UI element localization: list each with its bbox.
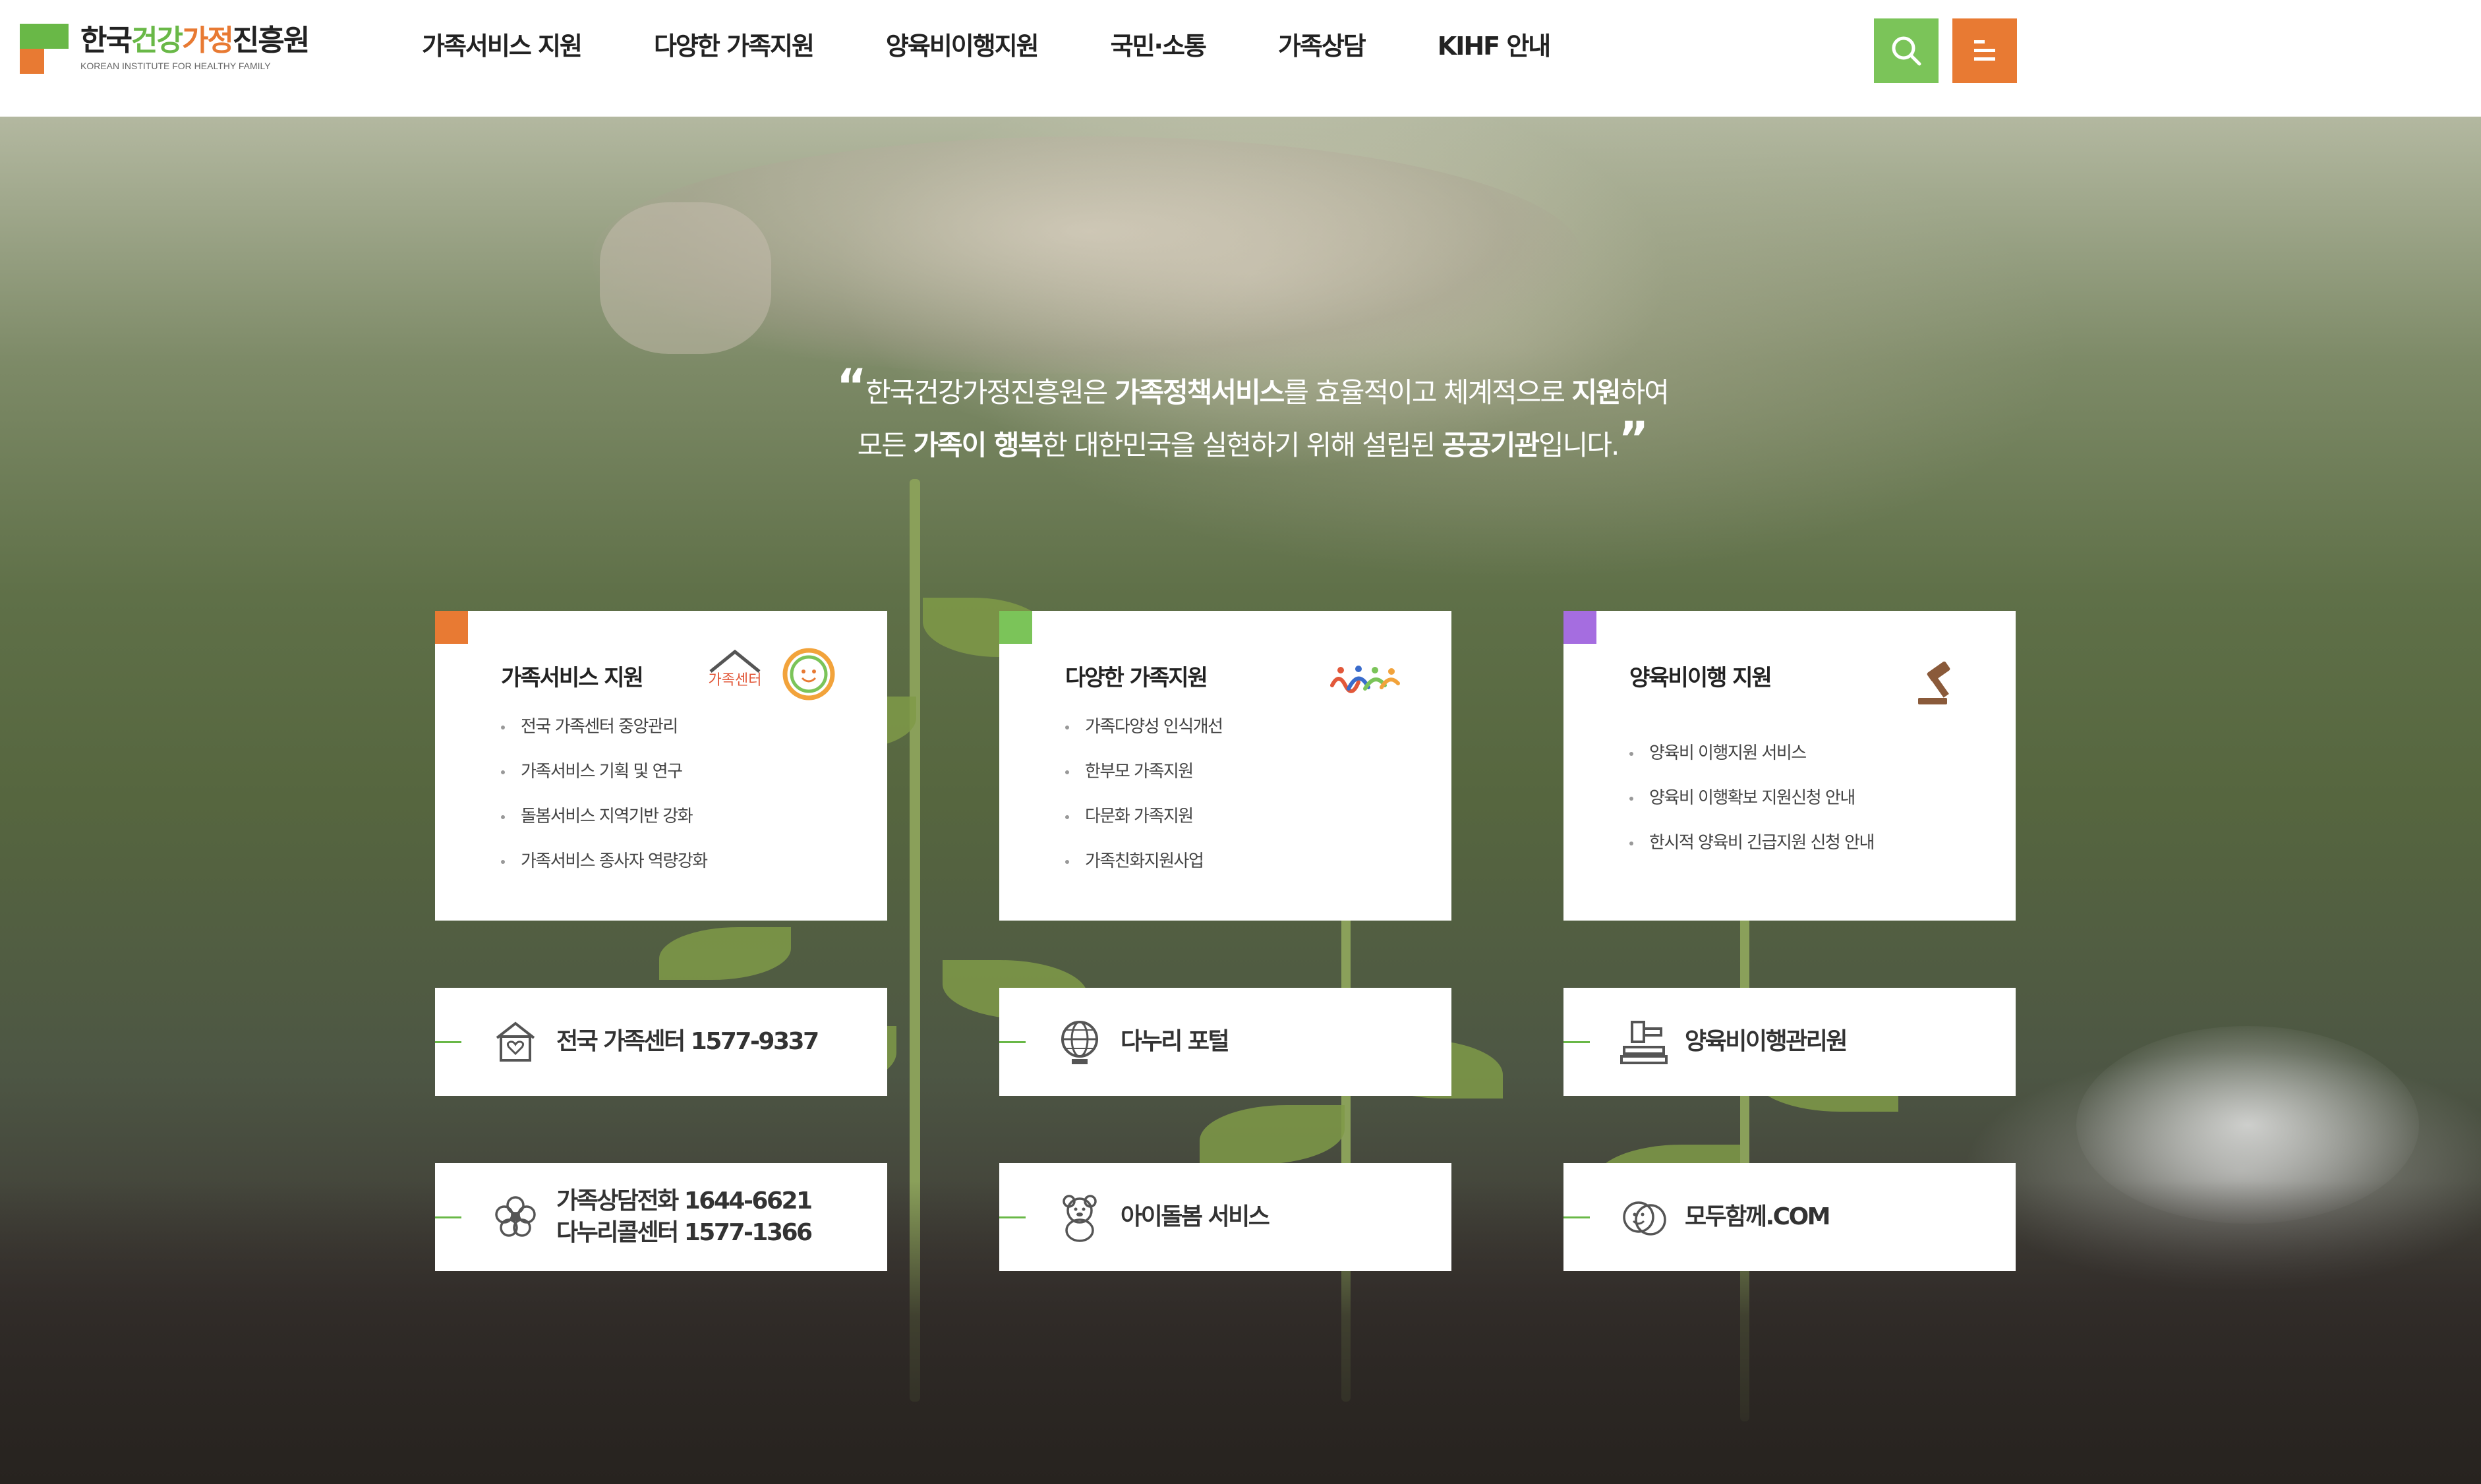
mission-statement: “한국건강가정진흥원은 가족정책서비스를 효율적이고 체계적으로 지원하여 모든… — [791, 359, 1714, 472]
logo-subtitle: KOREAN INSTITUTE FOR HEALTHY FAMILY — [80, 61, 271, 71]
list-item[interactable]: 전국 가족센터 중앙관리 — [501, 704, 707, 749]
quicklink-dash — [1563, 1041, 1590, 1043]
quicklink-label: 다누리 포털 — [1121, 1028, 1230, 1055]
quicklink-label-line-1: 가족상담전화 1644-6621 — [556, 1187, 813, 1214]
quicklink-label: 양육비이행관리원 — [1685, 1028, 1848, 1055]
card-list: 전국 가족센터 중앙관리 가족서비스 기획 및 연구 돌봄서비스 지역기반 강화… — [501, 704, 708, 884]
mission-line-1: “한국건강가정진흥원은 가족정책서비스를 효율적이고 체계적으로 지원하여 — [836, 359, 1670, 413]
flower-icon — [489, 1191, 542, 1243]
quicklink-dash — [999, 1216, 1026, 1218]
list-item[interactable]: 가족서비스 기획 및 연구 — [501, 749, 707, 794]
card-title[interactable]: 다양한 가족지원 — [1065, 660, 1208, 692]
quicklink-dash — [435, 1041, 461, 1043]
site-header: 한국건강가정진흥원 KOREAN INSTITUTE FOR HEALTHY F… — [0, 0, 2481, 117]
card-diverse-family[interactable]: 다양한 가족지원 가족다양성 인식개선 한부모 가족지원 다문화 가족지원 가족… — [999, 611, 1451, 921]
card-accent-corner — [999, 611, 1032, 644]
search-icon — [1892, 36, 1921, 66]
quicklink-family-center[interactable]: 전국 가족센터 1577-9337 — [435, 988, 887, 1096]
quote-open-icon: “ — [836, 359, 867, 413]
search-button[interactable] — [1874, 18, 1939, 83]
card-list: 가족다양성 인식개선 한부모 가족지원 다문화 가족지원 가족친화지원사업 — [1065, 704, 1223, 884]
nav-item-child-support[interactable]: 양육비이행지원 — [886, 0, 1039, 92]
quicklink-label: 모두함께.COM — [1685, 1203, 1831, 1230]
smile-circle-icon — [781, 646, 836, 702]
menu-button[interactable] — [1952, 18, 2017, 83]
house-heart-icon — [489, 1015, 542, 1068]
card-title[interactable]: 양육비이행 지원 — [1629, 660, 1772, 692]
teddy-bear-icon — [1053, 1191, 1106, 1243]
logo-mark-icon — [20, 24, 69, 74]
card-child-support[interactable]: 양육비이행 지원 양육비 이행지원 서비스 양육비 이행확보 지원신청 안내 한… — [1563, 611, 2016, 921]
list-item[interactable]: 양육비 이행확보 지원신청 안내 — [1629, 776, 1874, 820]
svg-text:가족센터: 가족센터 — [709, 672, 762, 689]
nav-item-diverse-family[interactable]: 다양한 가족지원 — [654, 0, 815, 92]
card-family-service[interactable]: 가족서비스 지원 가족센터 전국 가족센터 중앙관리 가족서비스 기획 및 연구… — [435, 611, 887, 921]
quicklink-label: 아이돌봄 서비스 — [1121, 1203, 1270, 1230]
card-list: 양육비 이행지원 서비스 양육비 이행확보 지원신청 안내 한시적 양육비 긴급… — [1629, 731, 1875, 865]
plant-leaf — [1200, 1105, 1345, 1164]
list-item[interactable]: 돌봄서비스 지역기반 강화 — [501, 794, 707, 839]
quicklink-child-support-agency[interactable]: 양육비이행관리원 — [1563, 988, 2016, 1096]
nav-item-family-counseling[interactable]: 가족상담 — [1278, 0, 1366, 92]
quicklink-dash — [435, 1216, 461, 1218]
card-accent-corner — [435, 611, 468, 644]
quicklink-label: 전국 가족센터 1577-9337 — [556, 1028, 819, 1055]
quicklink-label: 가족상담전화 1644-6621 다누리콜센터 1577-1366 — [556, 1163, 813, 1271]
menu-icon — [1974, 40, 1995, 61]
nav-item-public-communication[interactable]: 국민·소통 — [1111, 0, 1207, 92]
card-accent-corner — [1563, 611, 1596, 644]
card-title[interactable]: 가족서비스 지원 — [501, 660, 644, 692]
family-center-logo-icon: 가족센터 — [705, 645, 765, 704]
list-item[interactable]: 양육비 이행지원 서비스 — [1629, 731, 1874, 776]
people-icon — [1329, 662, 1401, 702]
nav-item-kihf-info[interactable]: KIHF 안내 — [1438, 0, 1551, 92]
list-item[interactable]: 한시적 양육비 긴급지원 신청 안내 — [1629, 820, 1875, 865]
site-logo[interactable]: 한국건강가정진흥원 KOREAN INSTITUTE FOR HEALTHY F… — [20, 24, 310, 76]
quicklink-dash — [1563, 1216, 1590, 1218]
quicklink-dash — [999, 1041, 1026, 1043]
hand-image-fingers — [600, 202, 771, 354]
quicklink-child-care[interactable]: 아이돌봄 서비스 — [999, 1163, 1451, 1271]
list-item[interactable]: 한부모 가족지원 — [1065, 749, 1223, 794]
list-item[interactable]: 가족친화지원사업 — [1065, 839, 1223, 884]
gavel-icon — [1913, 657, 1966, 710]
list-item[interactable]: 가족서비스 종사자 역량강화 — [501, 839, 708, 884]
quicklink-modu-together[interactable]: 모두함께.COM — [1563, 1163, 2016, 1271]
smile-faces-icon — [1618, 1191, 1670, 1243]
list-item[interactable]: 가족다양성 인식개선 — [1065, 704, 1223, 749]
nav-item-family-service[interactable]: 가족서비스 지원 — [422, 0, 583, 92]
list-item[interactable]: 다문화 가족지원 — [1065, 794, 1223, 839]
quicklink-family-counseling[interactable]: 가족상담전화 1644-6621 다누리콜센터 1577-1366 — [435, 1163, 887, 1271]
quicklink-label-line-2: 다누리콜센터 1577-1366 — [556, 1219, 813, 1246]
main-nav: 가족서비스 지원 다양한 가족지원 양육비이행지원 국민·소통 가족상담 KIH… — [422, 0, 1622, 92]
quote-close-icon: ” — [1618, 412, 1649, 466]
mission-line-2: 모든 가족이 행복한 대한민국을 실현하기 위해 설립된 공공기관입니다.” — [857, 412, 1649, 466]
gavel-icon — [1618, 1015, 1670, 1068]
logo-title: 한국건강가정진흥원 — [80, 24, 310, 57]
quicklink-danuri-portal[interactable]: 다누리 포털 — [999, 988, 1451, 1096]
globe-icon — [1053, 1015, 1106, 1068]
plant-leaf — [659, 927, 791, 980]
